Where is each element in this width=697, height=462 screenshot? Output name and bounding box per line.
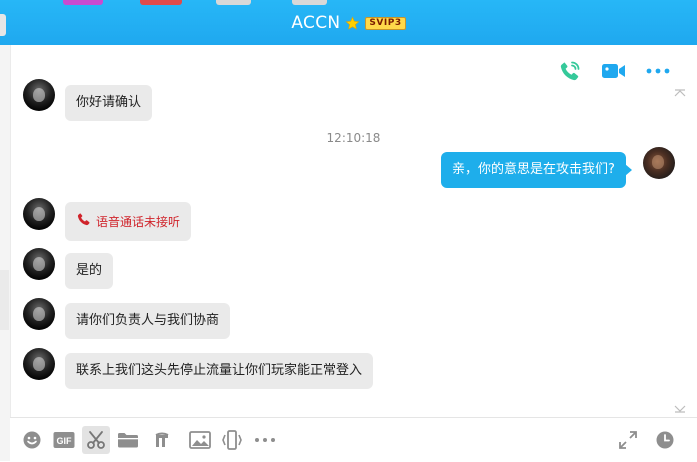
message-timestamp: 12:10:18	[326, 131, 381, 145]
avatar[interactable]	[23, 298, 55, 330]
missed-call-label: 语音通话未接听	[96, 214, 181, 229]
chat-title: ACCN SVIP3	[0, 13, 697, 33]
history-clock-icon[interactable]	[651, 426, 679, 454]
desktop-strip	[63, 0, 103, 5]
emoji-icon[interactable]	[18, 426, 46, 454]
desktop-strip	[216, 0, 251, 5]
message-bubble[interactable]: 是的	[65, 253, 114, 289]
screenshot-scissors-icon[interactable]	[82, 426, 110, 454]
shake-icon[interactable]	[218, 426, 246, 454]
vip-badge: SVIP3	[365, 16, 406, 30]
desktop-strip	[292, 0, 327, 5]
gif-icon[interactable]: GIF	[50, 426, 78, 454]
input-toolbar: GIF	[10, 417, 697, 462]
scroll-up-icon[interactable]	[673, 89, 687, 99]
avatar[interactable]	[23, 248, 55, 280]
gif-label: GIF	[57, 436, 73, 446]
folder-icon[interactable]	[114, 426, 142, 454]
message-bubble[interactable]: 你好请确认	[65, 85, 153, 121]
scroll-down-icon[interactable]	[673, 405, 687, 415]
message-list[interactable]: 你好请确认 12:10:18 亲，你的意思是在攻击我们? 语音通话未接听 是的 …	[10, 45, 697, 417]
gutter-handle[interactable]	[0, 270, 9, 330]
expand-icon[interactable]	[614, 426, 642, 454]
avatar[interactable]	[23, 198, 55, 230]
message-bubble[interactable]: 请你们负责人与我们协商	[65, 303, 231, 339]
avatar-self[interactable]	[643, 147, 675, 179]
music-icon[interactable]	[148, 426, 176, 454]
title-bar: ACCN SVIP3	[0, 0, 697, 45]
phone-icon	[76, 211, 92, 232]
avatar[interactable]	[23, 79, 55, 111]
more-tools-icon[interactable]	[251, 426, 279, 454]
missed-call-bubble[interactable]: 语音通话未接听	[65, 202, 192, 241]
star-icon	[345, 15, 360, 31]
image-icon[interactable]	[186, 426, 214, 454]
contact-name: ACCN	[291, 13, 341, 33]
desktop-strip	[140, 0, 182, 5]
message-bubble-self[interactable]: 亲，你的意思是在攻击我们?	[441, 152, 632, 188]
message-bubble[interactable]: 联系上我们这头先停止流量让你们玩家能正常登入	[65, 353, 374, 389]
avatar[interactable]	[23, 348, 55, 380]
